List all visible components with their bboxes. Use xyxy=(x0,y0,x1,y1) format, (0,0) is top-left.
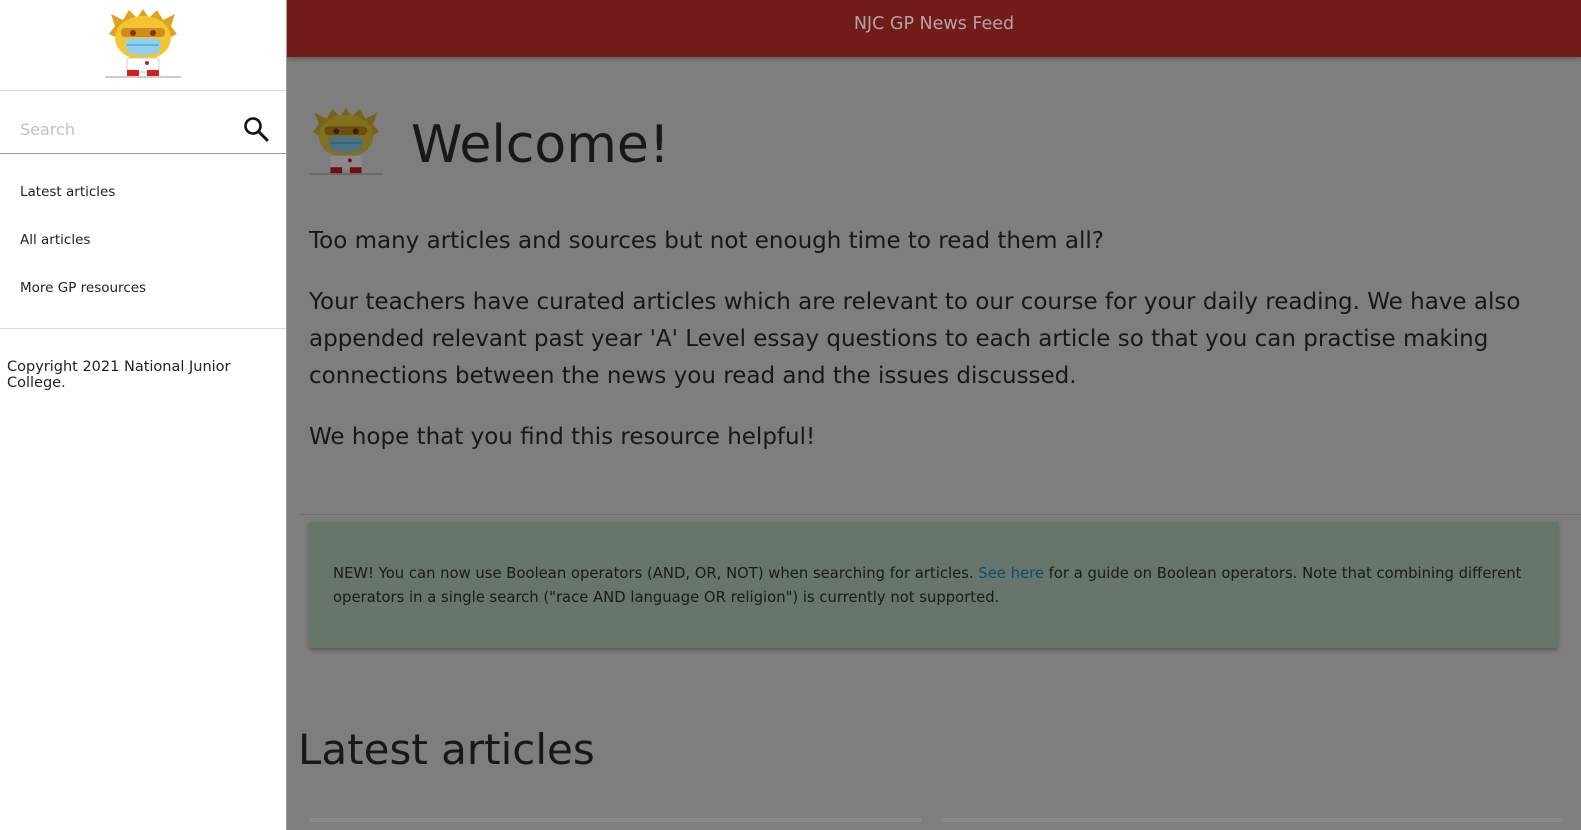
mascot-logo[interactable] xyxy=(105,8,181,78)
page-title: Welcome! xyxy=(411,115,670,175)
sidebar-item-more-gp-resources[interactable]: More GP resources xyxy=(0,276,286,324)
latest-articles-heading: Latest articles xyxy=(298,725,595,774)
see-here-link[interactable]: See here xyxy=(978,565,1044,582)
section-divider xyxy=(299,514,1581,515)
welcome-header: Welcome! xyxy=(309,107,670,175)
sidebar-item-all-articles[interactable]: All articles xyxy=(0,228,286,276)
intro-paragraph: Your teachers have curated articles whic… xyxy=(309,289,1521,389)
search-input[interactable] xyxy=(0,91,230,153)
sidebar-item-latest-articles[interactable]: Latest articles xyxy=(0,180,286,228)
article-card[interactable] xyxy=(942,818,1562,822)
main-content: Welcome! Too many articles and sources b… xyxy=(287,57,1581,830)
notice-text: NEW! You can now use Boolean operators (… xyxy=(333,565,979,582)
copyright-text: Copyright 2021 National Junior College. xyxy=(7,359,231,391)
intro-paragraph: We hope that you find this resource help… xyxy=(309,424,816,450)
app-title: NJC GP News Feed xyxy=(853,14,1015,34)
app-header: NJC GP News Feed xyxy=(287,0,1581,57)
sidebar-nav: Latest articles All articles More GP res… xyxy=(0,154,286,329)
intro-paragraph: Too many articles and sources but not en… xyxy=(309,228,1104,254)
intro-text: Too many articles and sources but not en… xyxy=(309,223,1571,480)
search-icon[interactable] xyxy=(243,116,269,142)
article-card[interactable] xyxy=(309,818,921,822)
boolean-notice-banner: NEW! You can now use Boolean operators (… xyxy=(309,522,1558,648)
mascot-logo xyxy=(309,107,383,175)
sidebar-logo-container xyxy=(0,0,286,91)
